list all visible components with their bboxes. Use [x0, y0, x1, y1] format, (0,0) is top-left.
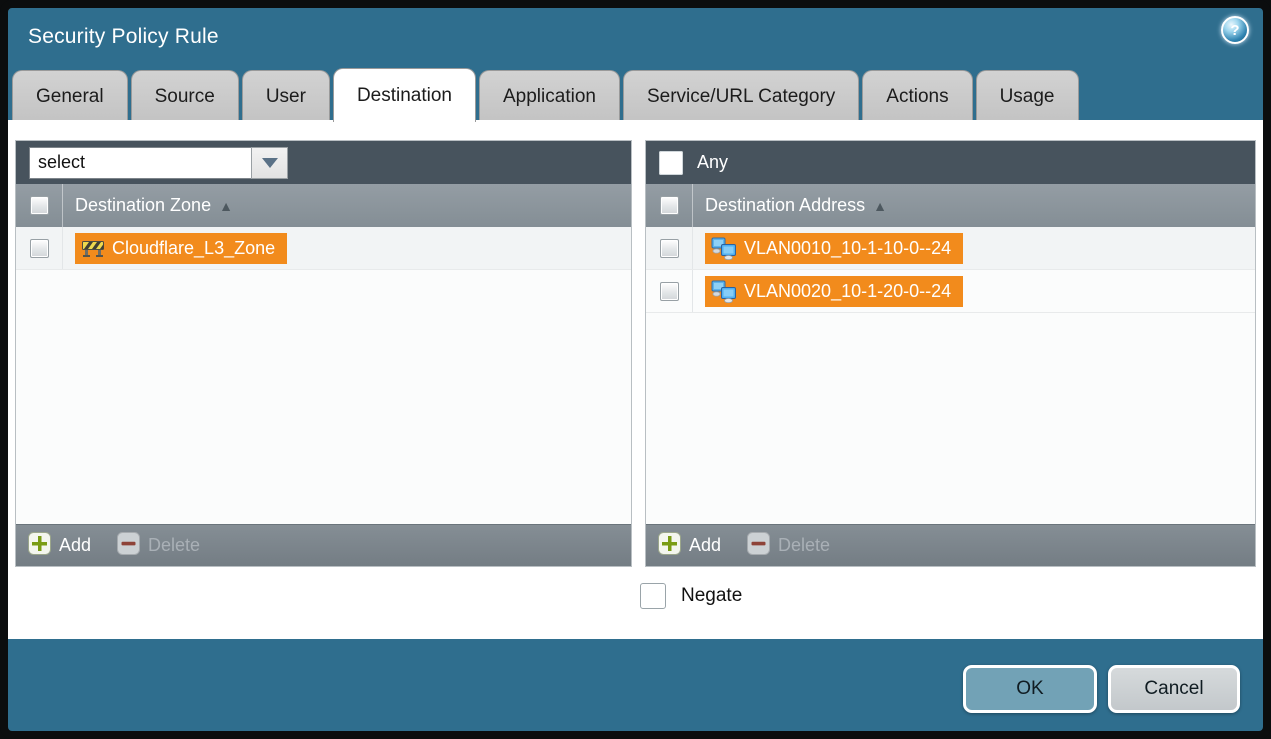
- tab[interactable]: Source: [131, 70, 239, 122]
- tab[interactable]: User: [242, 70, 330, 122]
- zone-icon: [81, 238, 105, 258]
- zone-add-button[interactable]: Add: [28, 532, 91, 560]
- address-list: VLAN0010_10-1-10-0--24: [646, 227, 1255, 524]
- tab-label: Service/URL Category: [647, 86, 835, 108]
- address-item[interactable]: VLAN0020_10-1-20-0--24: [705, 276, 963, 307]
- tab-label: Application: [503, 86, 596, 108]
- address-row: VLAN0020_10-1-20-0--24: [646, 270, 1255, 313]
- address-item-label: VLAN0010_10-1-10-0--24: [744, 238, 951, 259]
- zone-row-checkbox[interactable]: [30, 239, 49, 258]
- address-item[interactable]: VLAN0010_10-1-10-0--24: [705, 233, 963, 264]
- zone-add-label: Add: [59, 535, 91, 556]
- zone-panel-footer: Add Delete: [16, 524, 631, 566]
- address-row: VLAN0010_10-1-10-0--24: [646, 227, 1255, 270]
- help-icon[interactable]: ?: [1221, 16, 1249, 44]
- tab-label: Source: [155, 86, 215, 108]
- address-delete-button[interactable]: Delete: [747, 532, 830, 560]
- address-panel-toolbar: Any: [646, 141, 1255, 184]
- tab-label: User: [266, 86, 306, 108]
- address-add-label: Add: [689, 535, 721, 556]
- destination-tab-content: Destination Zone ▲: [8, 120, 1263, 639]
- tab[interactable]: General: [12, 70, 128, 122]
- zone-panel-toolbar: [16, 141, 631, 184]
- address-panel-footer: Add Delete: [646, 524, 1255, 566]
- tab-label: General: [36, 86, 104, 108]
- cancel-button[interactable]: Cancel: [1108, 665, 1240, 713]
- address-add-button[interactable]: Add: [658, 532, 721, 560]
- tab[interactable]: Application: [479, 70, 620, 122]
- zone-delete-button[interactable]: Delete: [117, 532, 200, 560]
- tab-bar: General Source User Destination Applicat…: [12, 68, 1255, 122]
- zone-filter-combobox: [29, 147, 288, 179]
- security-policy-rule-dialog: Security Policy Rule ? General Source Us…: [0, 0, 1271, 739]
- zone-row: Cloudflare_L3_Zone: [16, 227, 631, 270]
- tab-label: Destination: [357, 85, 452, 107]
- tab[interactable]: Destination: [333, 68, 476, 122]
- delete-icon: [747, 532, 770, 560]
- negate-checkbox[interactable]: [640, 583, 666, 609]
- address-row-checkbox[interactable]: [660, 282, 679, 301]
- negate-label: Negate: [681, 585, 742, 607]
- sort-ascending-icon[interactable]: ▲: [219, 198, 233, 214]
- dialog-title: Security Policy Rule: [28, 25, 219, 49]
- network-address-icon: [711, 237, 737, 260]
- address-column-header[interactable]: Destination Address: [693, 195, 865, 216]
- delete-icon: [117, 532, 140, 560]
- tab[interactable]: Actions: [862, 70, 972, 122]
- zone-item-label: Cloudflare_L3_Zone: [112, 238, 275, 259]
- zone-column-header-row: Destination Zone ▲: [16, 184, 631, 227]
- ok-button[interactable]: OK: [963, 665, 1097, 713]
- add-icon: [658, 532, 681, 560]
- zone-select-all-checkbox[interactable]: [30, 196, 49, 215]
- zone-delete-label: Delete: [148, 535, 200, 556]
- destination-address-panel: Any Destination Address ▲: [645, 140, 1256, 567]
- tab-label: Usage: [1000, 86, 1055, 108]
- chevron-down-icon: [262, 158, 278, 168]
- address-row-checkbox[interactable]: [660, 239, 679, 258]
- network-address-icon: [711, 280, 737, 303]
- tab-label: Actions: [886, 86, 948, 108]
- address-delete-label: Delete: [778, 535, 830, 556]
- any-checkbox[interactable]: [659, 151, 683, 175]
- zone-list: Cloudflare_L3_Zone: [16, 227, 631, 524]
- title-bar: Security Policy Rule: [8, 8, 1263, 66]
- zone-filter-dropdown-button[interactable]: [251, 147, 288, 179]
- address-column-header-row: Destination Address ▲: [646, 184, 1255, 227]
- zone-item[interactable]: Cloudflare_L3_Zone: [75, 233, 287, 264]
- negate-option: Negate: [640, 583, 742, 609]
- address-item-label: VLAN0020_10-1-20-0--24: [744, 281, 951, 302]
- zone-column-header[interactable]: Destination Zone: [63, 195, 211, 216]
- zone-filter-input[interactable]: [29, 147, 251, 179]
- sort-ascending-icon[interactable]: ▲: [873, 198, 887, 214]
- address-select-all-checkbox[interactable]: [660, 196, 679, 215]
- add-icon: [28, 532, 51, 560]
- tab[interactable]: Service/URL Category: [623, 70, 859, 122]
- tab[interactable]: Usage: [976, 70, 1079, 122]
- destination-zone-panel: Destination Zone ▲: [15, 140, 632, 567]
- any-label: Any: [697, 152, 728, 173]
